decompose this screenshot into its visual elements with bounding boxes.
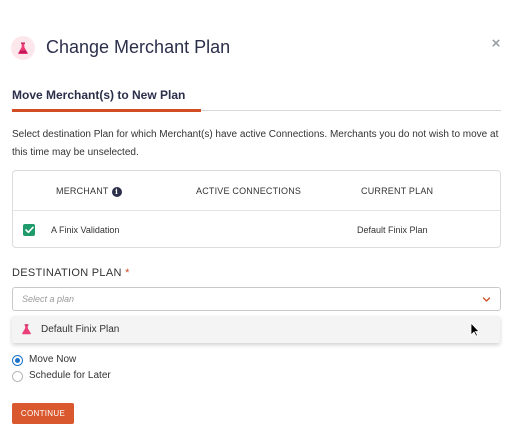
radio-button-selected[interactable]	[12, 354, 23, 366]
plan-option-label: Default Finix Plan	[41, 324, 120, 335]
section-description: Select destination Plan for which Mercha…	[12, 129, 499, 158]
dialog-title: Change Merchant Plan	[46, 37, 231, 57]
column-header-merchant: MERCHANT i	[56, 186, 122, 197]
radio-label-schedule-later: Schedule for Later	[29, 370, 111, 381]
merchant-name: A Finix Validation	[51, 225, 120, 235]
tab-divider	[201, 110, 501, 111]
destination-plan-label-text: DESTINATION PLAN	[12, 267, 122, 279]
destination-plan-select[interactable]: Select a plan	[12, 287, 501, 311]
column-header-current-plan: CURRENT PLAN	[361, 186, 434, 196]
flask-icon	[22, 324, 31, 335]
radio-label-move-now: Move Now	[29, 354, 77, 365]
current-plan-value: Default Finix Plan	[357, 225, 428, 235]
continue-button[interactable]: CONTINUE	[12, 403, 74, 424]
flask-icon	[11, 36, 35, 60]
info-icon[interactable]: i	[111, 186, 122, 197]
close-icon[interactable]: ×	[489, 36, 503, 51]
select-placeholder: Select a plan	[22, 294, 75, 304]
tab-move-merchants[interactable]: Move Merchant(s) to New Plan	[12, 88, 185, 102]
required-marker: *	[125, 267, 130, 279]
column-header-active-connections: ACTIVE CONNECTIONS	[196, 186, 302, 196]
column-header-merchant-label: MERCHANT	[56, 186, 109, 196]
merchant-table: MERCHANT i ACTIVE CONNECTIONS CURRENT PL…	[12, 170, 501, 248]
plan-option-default[interactable]: Default Finix Plan	[12, 316, 500, 343]
chevron-down-icon	[482, 297, 491, 302]
table-divider	[13, 210, 500, 211]
destination-plan-label: DESTINATION PLAN *	[12, 267, 130, 280]
cursor-icon	[470, 322, 480, 337]
merchant-row-checkbox[interactable]	[23, 224, 35, 236]
dialog-header: Change Merchant Plan ×	[0, 0, 513, 88]
tab-active-underline	[12, 109, 201, 112]
checkmark-icon	[24, 226, 34, 234]
radio-button[interactable]	[12, 370, 23, 382]
radio-schedule-later[interactable]: Schedule for Later	[12, 370, 111, 382]
radio-move-now[interactable]: Move Now	[12, 354, 76, 366]
